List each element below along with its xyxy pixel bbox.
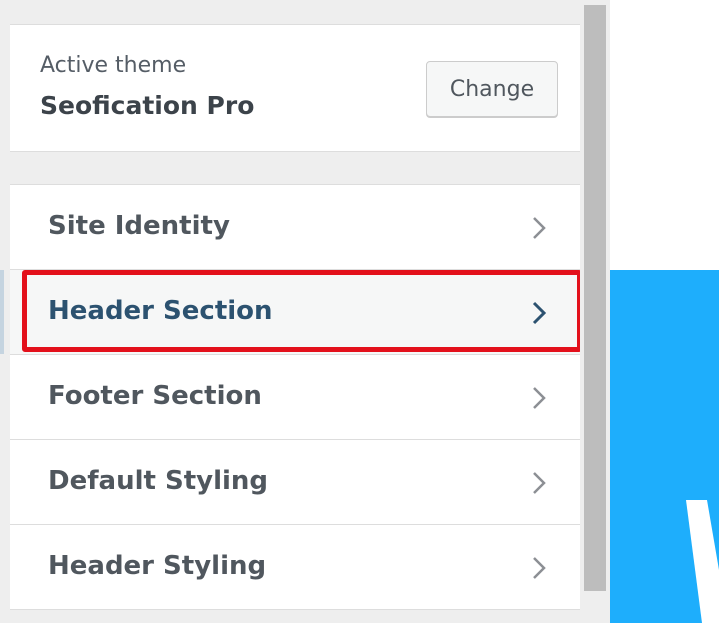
menu-item-label: Default Styling [48,466,269,496]
active-theme-caption: Active theme [40,53,187,78]
chevron-right-icon [533,387,546,409]
menu-item-default-styling[interactable]: Default Styling [10,440,580,525]
menu-item-label: Header Styling [48,551,267,581]
highlight-box [22,270,582,352]
section-gap [10,152,580,185]
preview-partial-letter [686,500,719,623]
menu-item-header-styling[interactable]: Header Styling [10,525,580,610]
customizer-panel: Active theme Seofication Pro Change Site… [0,0,610,623]
scrollbar-thumb[interactable] [584,5,606,591]
panel-top-strip [10,0,580,25]
menu-item-label: Site Identity [48,211,230,241]
customizer-menu: Site Identity Header Section Footer Sect… [0,185,580,610]
change-theme-button[interactable]: Change [426,61,558,117]
active-theme-name: Seofication Pro [40,91,255,120]
menu-item-footer-section[interactable]: Footer Section [10,355,580,440]
menu-item-site-identity[interactable]: Site Identity [10,185,580,270]
chevron-right-icon [533,557,546,579]
chevron-right-icon [533,472,546,494]
site-preview [610,270,719,623]
active-theme-section: Active theme Seofication Pro Change [10,25,580,152]
menu-item-label: Footer Section [48,381,262,411]
chevron-right-icon [533,217,546,239]
